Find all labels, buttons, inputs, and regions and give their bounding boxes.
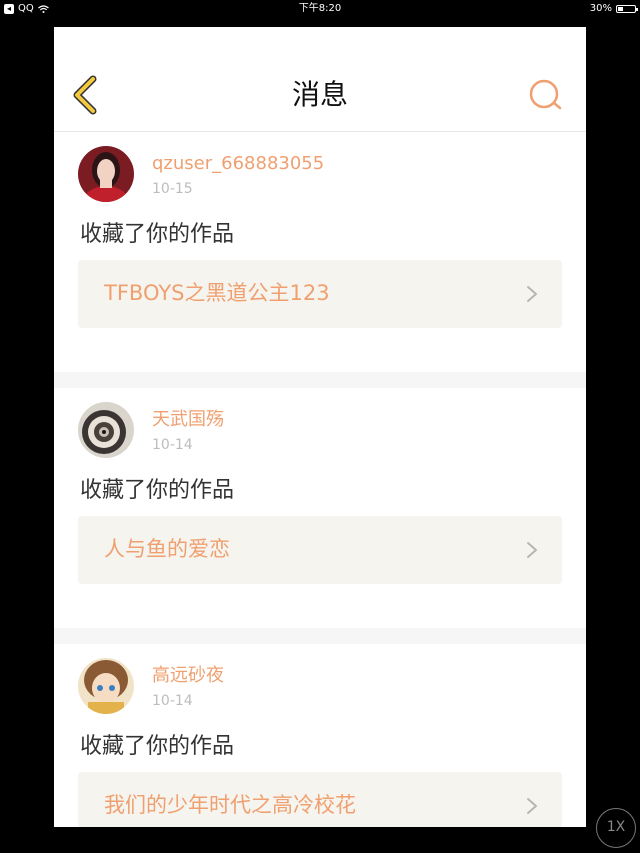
message-date: 10-15 [152,181,193,197]
username[interactable]: 天武国殇 [152,408,224,432]
zoom-button[interactable]: 1X [596,808,636,848]
page-title: 消息 [291,78,348,111]
section-divider [54,372,586,388]
action-text: 收藏了你的作品 [80,478,235,503]
username[interactable]: 高远砂夜 [152,664,224,688]
message-item: qzuser_668883055 10-15 收藏了你的作品 TFBOYS之黑道… [54,132,586,372]
chevron-right-icon [527,286,537,302]
avatar-image-2 [78,402,134,458]
status-time: 下午8:20 [298,3,342,14]
message-date: 10-14 [152,437,193,453]
work-link[interactable]: 人与鱼的爱恋 [78,516,562,584]
battery-tip [636,8,638,11]
avatar[interactable] [78,658,134,714]
status-bar-right: 30% [589,0,638,18]
status-bar: ◂ QQ 下午8:20 30% [0,0,640,18]
search-icon[interactable] [528,77,564,113]
message-item: 高远砂夜 10-14 收藏了你的作品 我们的少年时代之高冷校花 [54,644,586,827]
message-date: 10-14 [152,693,193,709]
battery-percent: 30% [589,3,612,14]
avatar-image-3 [78,658,134,714]
work-link[interactable]: 我们的少年时代之高冷校花 [78,772,562,827]
chevron-right-icon [527,542,537,558]
action-text: 收藏了你的作品 [80,734,235,759]
section-divider [54,628,586,644]
avatar[interactable] [78,146,134,202]
battery-level [618,7,623,11]
username[interactable]: qzuser_668883055 [152,152,324,176]
messages-page: 消息 qzuser_668883055 10-15 收藏了你的作品 TFBOYS… [54,27,586,827]
avatar-image-1 [78,146,134,202]
work-title: 我们的少年时代之高冷校花 [104,793,356,817]
message-item: 天武国殇 10-14 收藏了你的作品 人与鱼的爱恋 [54,388,586,628]
action-text: 收藏了你的作品 [80,222,235,247]
work-link[interactable]: TFBOYS之黑道公主123 [78,260,562,328]
avatar[interactable] [78,402,134,458]
nav-bar: 消息 [54,27,586,132]
work-title: 人与鱼的爱恋 [104,537,230,561]
chevron-right-icon [527,798,537,814]
work-title: TFBOYS之黑道公主123 [104,281,330,305]
battery-icon [616,5,638,13]
